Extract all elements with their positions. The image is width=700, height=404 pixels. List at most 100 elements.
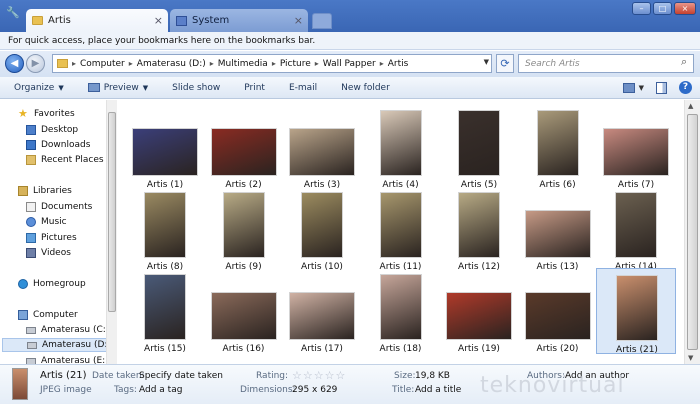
chevron-right-icon[interactable]: ▸ — [129, 59, 133, 68]
chevron-right-icon[interactable]: ▸ — [272, 59, 276, 68]
file-thumbnail[interactable] — [616, 275, 658, 341]
file-thumbnail[interactable] — [132, 128, 198, 176]
scroll-up-icon[interactable]: ▲ — [688, 102, 693, 110]
minimize-button[interactable]: – — [632, 2, 651, 15]
file-tile[interactable]: Artis (3) — [282, 104, 362, 190]
slideshow-button[interactable]: Slide show — [172, 83, 220, 93]
wrench-icon[interactable]: 🔧 — [6, 6, 20, 20]
file-tile[interactable]: Artis (4) — [361, 104, 441, 190]
file-thumbnail[interactable] — [144, 274, 186, 340]
nav-drive-e[interactable]: Amaterasu (E:) — [26, 354, 109, 364]
file-thumbnail[interactable] — [289, 292, 355, 340]
file-tile[interactable]: Artis (15) — [125, 268, 205, 354]
file-tile[interactable]: Artis (11) — [361, 186, 441, 272]
print-button[interactable]: Print — [244, 83, 265, 93]
file-thumbnail[interactable] — [379, 110, 422, 176]
file-tile[interactable]: Artis (16) — [204, 268, 284, 354]
file-tile[interactable]: Artis (21) — [596, 268, 676, 355]
navigation-scrollbar[interactable] — [106, 100, 117, 364]
file-list-scrollbar[interactable]: ▲ ▼ — [684, 100, 700, 364]
date-taken-value[interactable]: Specify date taken — [139, 371, 223, 381]
file-tile[interactable]: Artis (20) — [518, 268, 598, 354]
tab-artis[interactable]: Artis × — [26, 9, 168, 32]
file-thumbnail[interactable] — [536, 110, 579, 176]
file-thumbnail[interactable] — [603, 128, 669, 176]
file-tile[interactable]: Artis (18) — [361, 268, 441, 354]
nav-homegroup[interactable]: Homegroup — [18, 277, 86, 291]
organize-button[interactable]: Organize ▼ — [14, 83, 64, 93]
chevron-right-icon[interactable]: ▸ — [380, 59, 384, 68]
file-tile[interactable]: Artis (9) — [204, 186, 284, 272]
nav-downloads[interactable]: Downloads — [26, 138, 90, 152]
search-icon[interactable]: ⌕ — [681, 55, 687, 69]
file-thumbnail[interactable] — [289, 128, 355, 176]
file-thumbnail[interactable] — [379, 192, 422, 258]
nav-libraries[interactable]: Libraries — [18, 184, 72, 198]
chevron-right-icon[interactable]: ▸ — [72, 59, 76, 68]
chevron-down-icon[interactable]: ▼ — [484, 58, 489, 66]
title-value[interactable]: Add a title — [415, 385, 461, 395]
refresh-button[interactable]: ⟳ — [496, 54, 514, 73]
tags-value[interactable]: Add a tag — [139, 385, 182, 395]
nav-documents[interactable]: Documents — [26, 200, 92, 214]
file-tile[interactable]: Artis (13) — [518, 186, 598, 272]
new-tab-button[interactable] — [312, 13, 332, 29]
file-tile[interactable]: Artis (17) — [282, 268, 362, 354]
file-thumbnail[interactable] — [524, 210, 591, 258]
nav-pictures[interactable]: Pictures — [26, 231, 77, 245]
breadcrumb-picture[interactable]: Picture — [280, 59, 311, 69]
nav-drive-c[interactable]: Amaterasu (C:) — [26, 323, 109, 337]
nav-favorites[interactable]: ★ Favorites — [18, 107, 75, 121]
close-tab-icon[interactable]: × — [294, 14, 303, 27]
tab-system[interactable]: System × — [170, 9, 308, 32]
file-thumbnail[interactable] — [446, 292, 512, 340]
nav-drive-d[interactable]: Amaterasu (D:) — [2, 338, 112, 352]
scrollbar-thumb[interactable] — [108, 112, 116, 312]
file-tile[interactable]: Artis (14) — [596, 186, 676, 272]
file-thumbnail[interactable] — [210, 128, 277, 176]
close-button[interactable]: × — [674, 2, 696, 15]
file-tile[interactable]: Artis (1) — [125, 104, 205, 190]
forward-button[interactable]: ▶ — [26, 54, 45, 73]
breadcrumb-drive-d[interactable]: Amaterasu (D:) — [137, 59, 206, 69]
maximize-button[interactable]: □ — [653, 2, 672, 15]
email-button[interactable]: E-mail — [289, 83, 317, 93]
file-tile[interactable]: Artis (19) — [439, 268, 519, 354]
change-view-button[interactable]: ▼ — [622, 82, 644, 93]
file-thumbnail[interactable] — [301, 192, 343, 258]
search-input[interactable]: Search Artis — [518, 54, 694, 73]
breadcrumb-computer[interactable]: Computer — [80, 59, 125, 69]
nav-music[interactable]: Music — [26, 215, 67, 229]
file-tile[interactable]: Artis (10) — [282, 186, 362, 272]
file-thumbnail[interactable] — [222, 192, 265, 258]
close-tab-icon[interactable]: × — [154, 14, 163, 27]
file-tile[interactable]: Artis (8) — [125, 186, 205, 272]
file-tile[interactable]: Artis (12) — [439, 186, 519, 272]
file-thumbnail[interactable] — [524, 292, 591, 340]
breadcrumb-artis[interactable]: Artis — [388, 59, 409, 69]
file-tile[interactable]: Artis (5) — [439, 104, 519, 190]
address-bar[interactable]: ▸ Computer ▸ Amaterasu (D:) ▸ Multimedia… — [52, 54, 492, 73]
breadcrumb-multimedia[interactable]: Multimedia — [218, 59, 268, 69]
file-thumbnail[interactable] — [210, 292, 277, 340]
preview-button[interactable]: Preview ▼ — [87, 83, 148, 93]
nav-recent-places[interactable]: Recent Places — [26, 153, 104, 167]
back-button[interactable]: ◀ — [5, 54, 24, 73]
nav-videos[interactable]: Videos — [26, 246, 71, 260]
scrollbar-thumb[interactable] — [687, 114, 698, 350]
file-tile[interactable]: Artis (7) — [596, 104, 676, 190]
nav-desktop[interactable]: Desktop — [26, 123, 78, 137]
file-thumbnail[interactable] — [458, 110, 500, 176]
file-tile[interactable]: Artis (2) — [204, 104, 284, 190]
scroll-down-icon[interactable]: ▼ — [688, 354, 693, 362]
file-thumbnail[interactable] — [379, 274, 422, 340]
file-thumbnail[interactable] — [144, 192, 186, 258]
rating-stars[interactable]: ☆☆☆☆☆ — [292, 369, 346, 382]
file-tile[interactable]: Artis (6) — [518, 104, 598, 190]
help-icon[interactable]: ? — [679, 81, 692, 94]
chevron-right-icon[interactable]: ▸ — [210, 59, 214, 68]
nav-computer[interactable]: Computer — [18, 308, 78, 322]
preview-pane-icon[interactable] — [656, 81, 667, 94]
chevron-right-icon[interactable]: ▸ — [315, 59, 319, 68]
new-folder-button[interactable]: New folder — [341, 83, 390, 93]
